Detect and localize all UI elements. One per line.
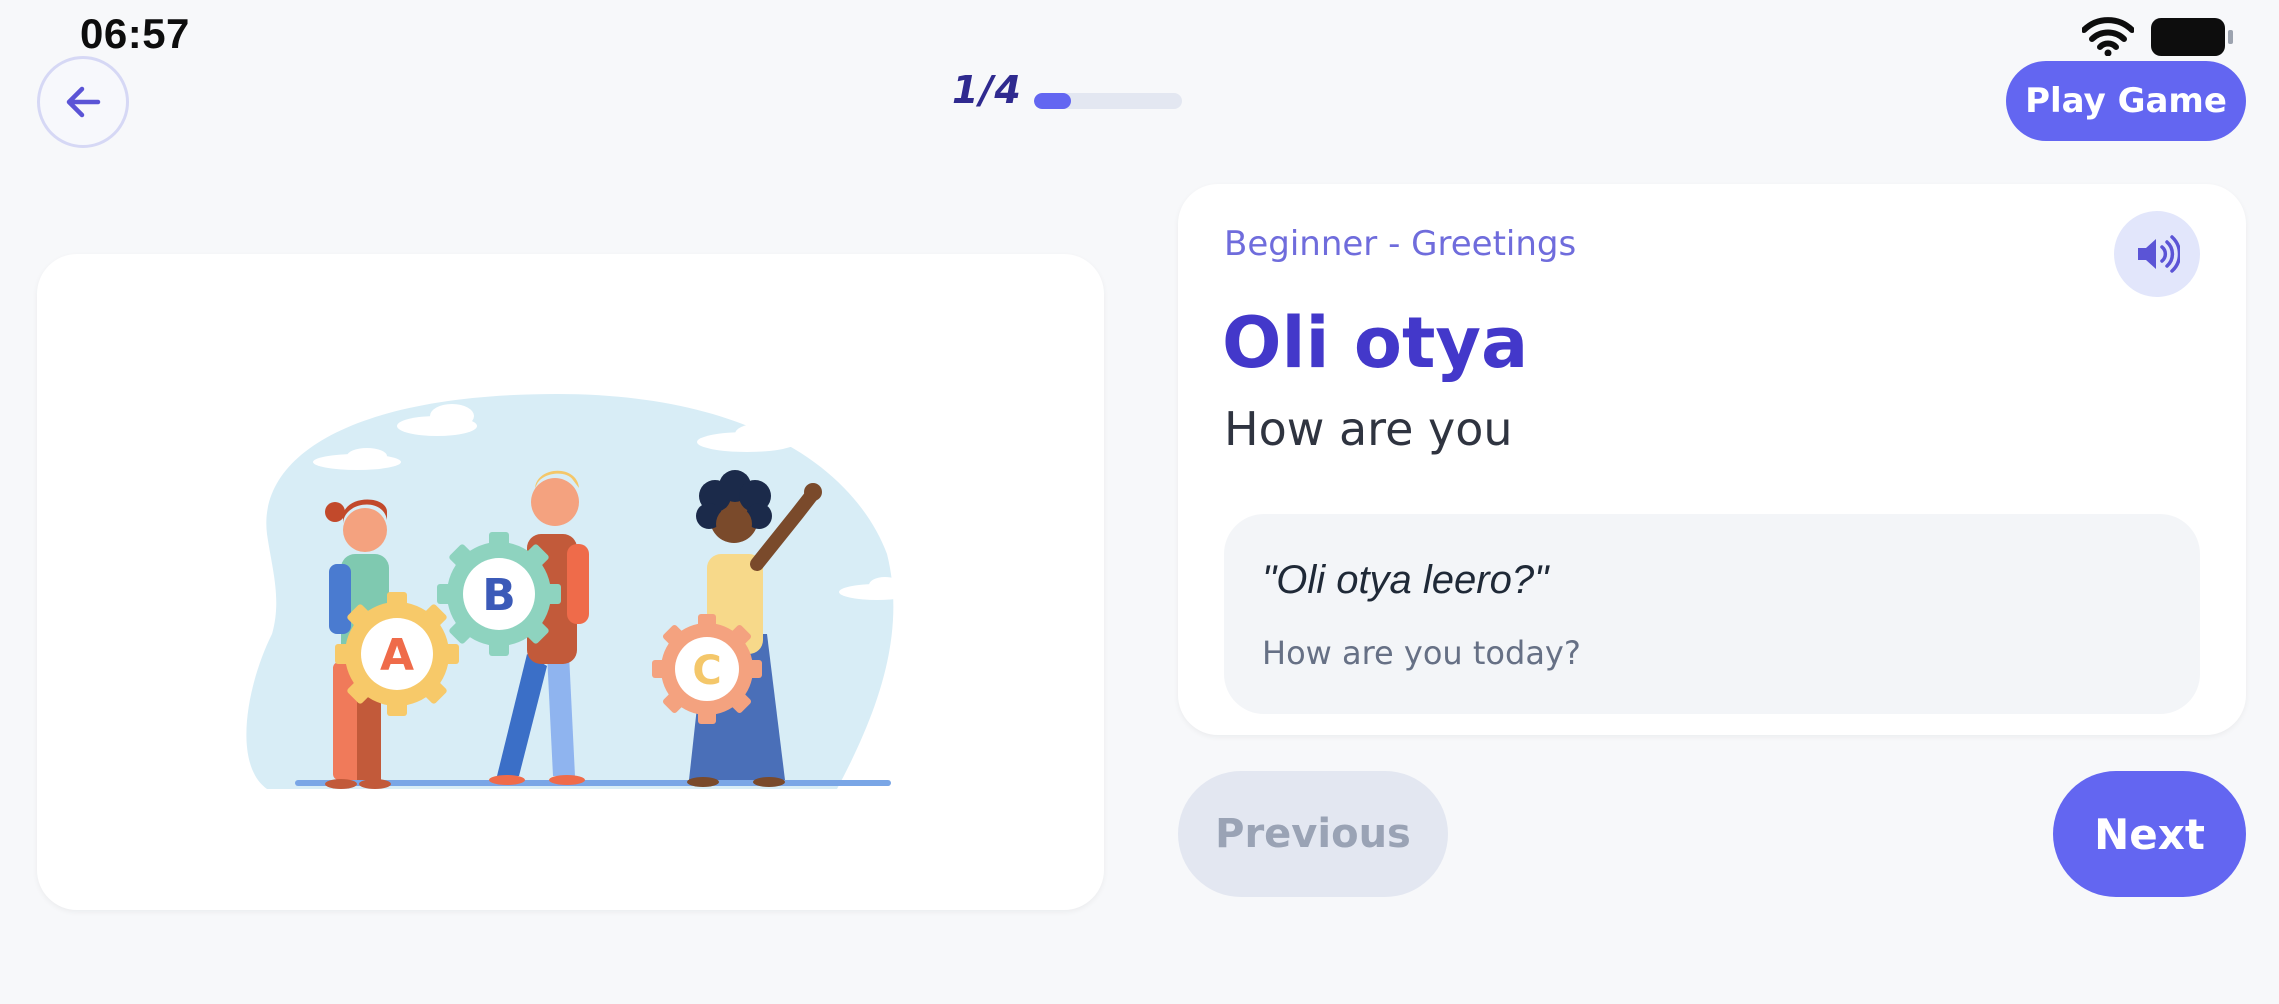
play-audio-button[interactable] <box>2114 211 2200 297</box>
back-button[interactable] <box>37 56 129 148</box>
previous-button[interactable]: Previous <box>1178 771 1448 897</box>
phrase-translation: How are you <box>1224 402 1513 456</box>
progress-fill <box>1034 93 1071 109</box>
gear-letter-b: B <box>482 570 516 621</box>
abc-illustration: A B C <box>246 394 915 789</box>
battery-icon <box>2151 18 2233 56</box>
category-label: Beginner - Greetings <box>1224 224 1577 264</box>
progress-label: 1/4 <box>952 68 1022 112</box>
gear-letter-a: A <box>380 630 414 681</box>
progress-bar <box>1034 93 1182 109</box>
lesson-screen: 06:57 1/4 Play Game A B C Beginner - Gre… <box>0 0 2279 1004</box>
arrow-left-icon <box>66 86 101 118</box>
next-button[interactable]: Next <box>2053 771 2246 897</box>
example-sentence: "Oli otya leero?" <box>1262 558 1549 602</box>
gear-letter-c: C <box>692 648 721 694</box>
example-box: "Oli otya leero?" How are you today? <box>1224 514 2200 714</box>
play-game-button[interactable]: Play Game <box>2006 61 2246 141</box>
phrase-card: Beginner - Greetings Oli otya How are yo… <box>1178 184 2246 735</box>
illustration-card: A B C <box>37 254 1104 910</box>
status-time: 06:57 <box>80 10 190 57</box>
volume-icon <box>2138 235 2180 273</box>
example-translation: How are you today? <box>1262 634 1581 672</box>
wifi-icon <box>2082 17 2134 56</box>
phrase-word: Oli otya <box>1222 302 1529 384</box>
